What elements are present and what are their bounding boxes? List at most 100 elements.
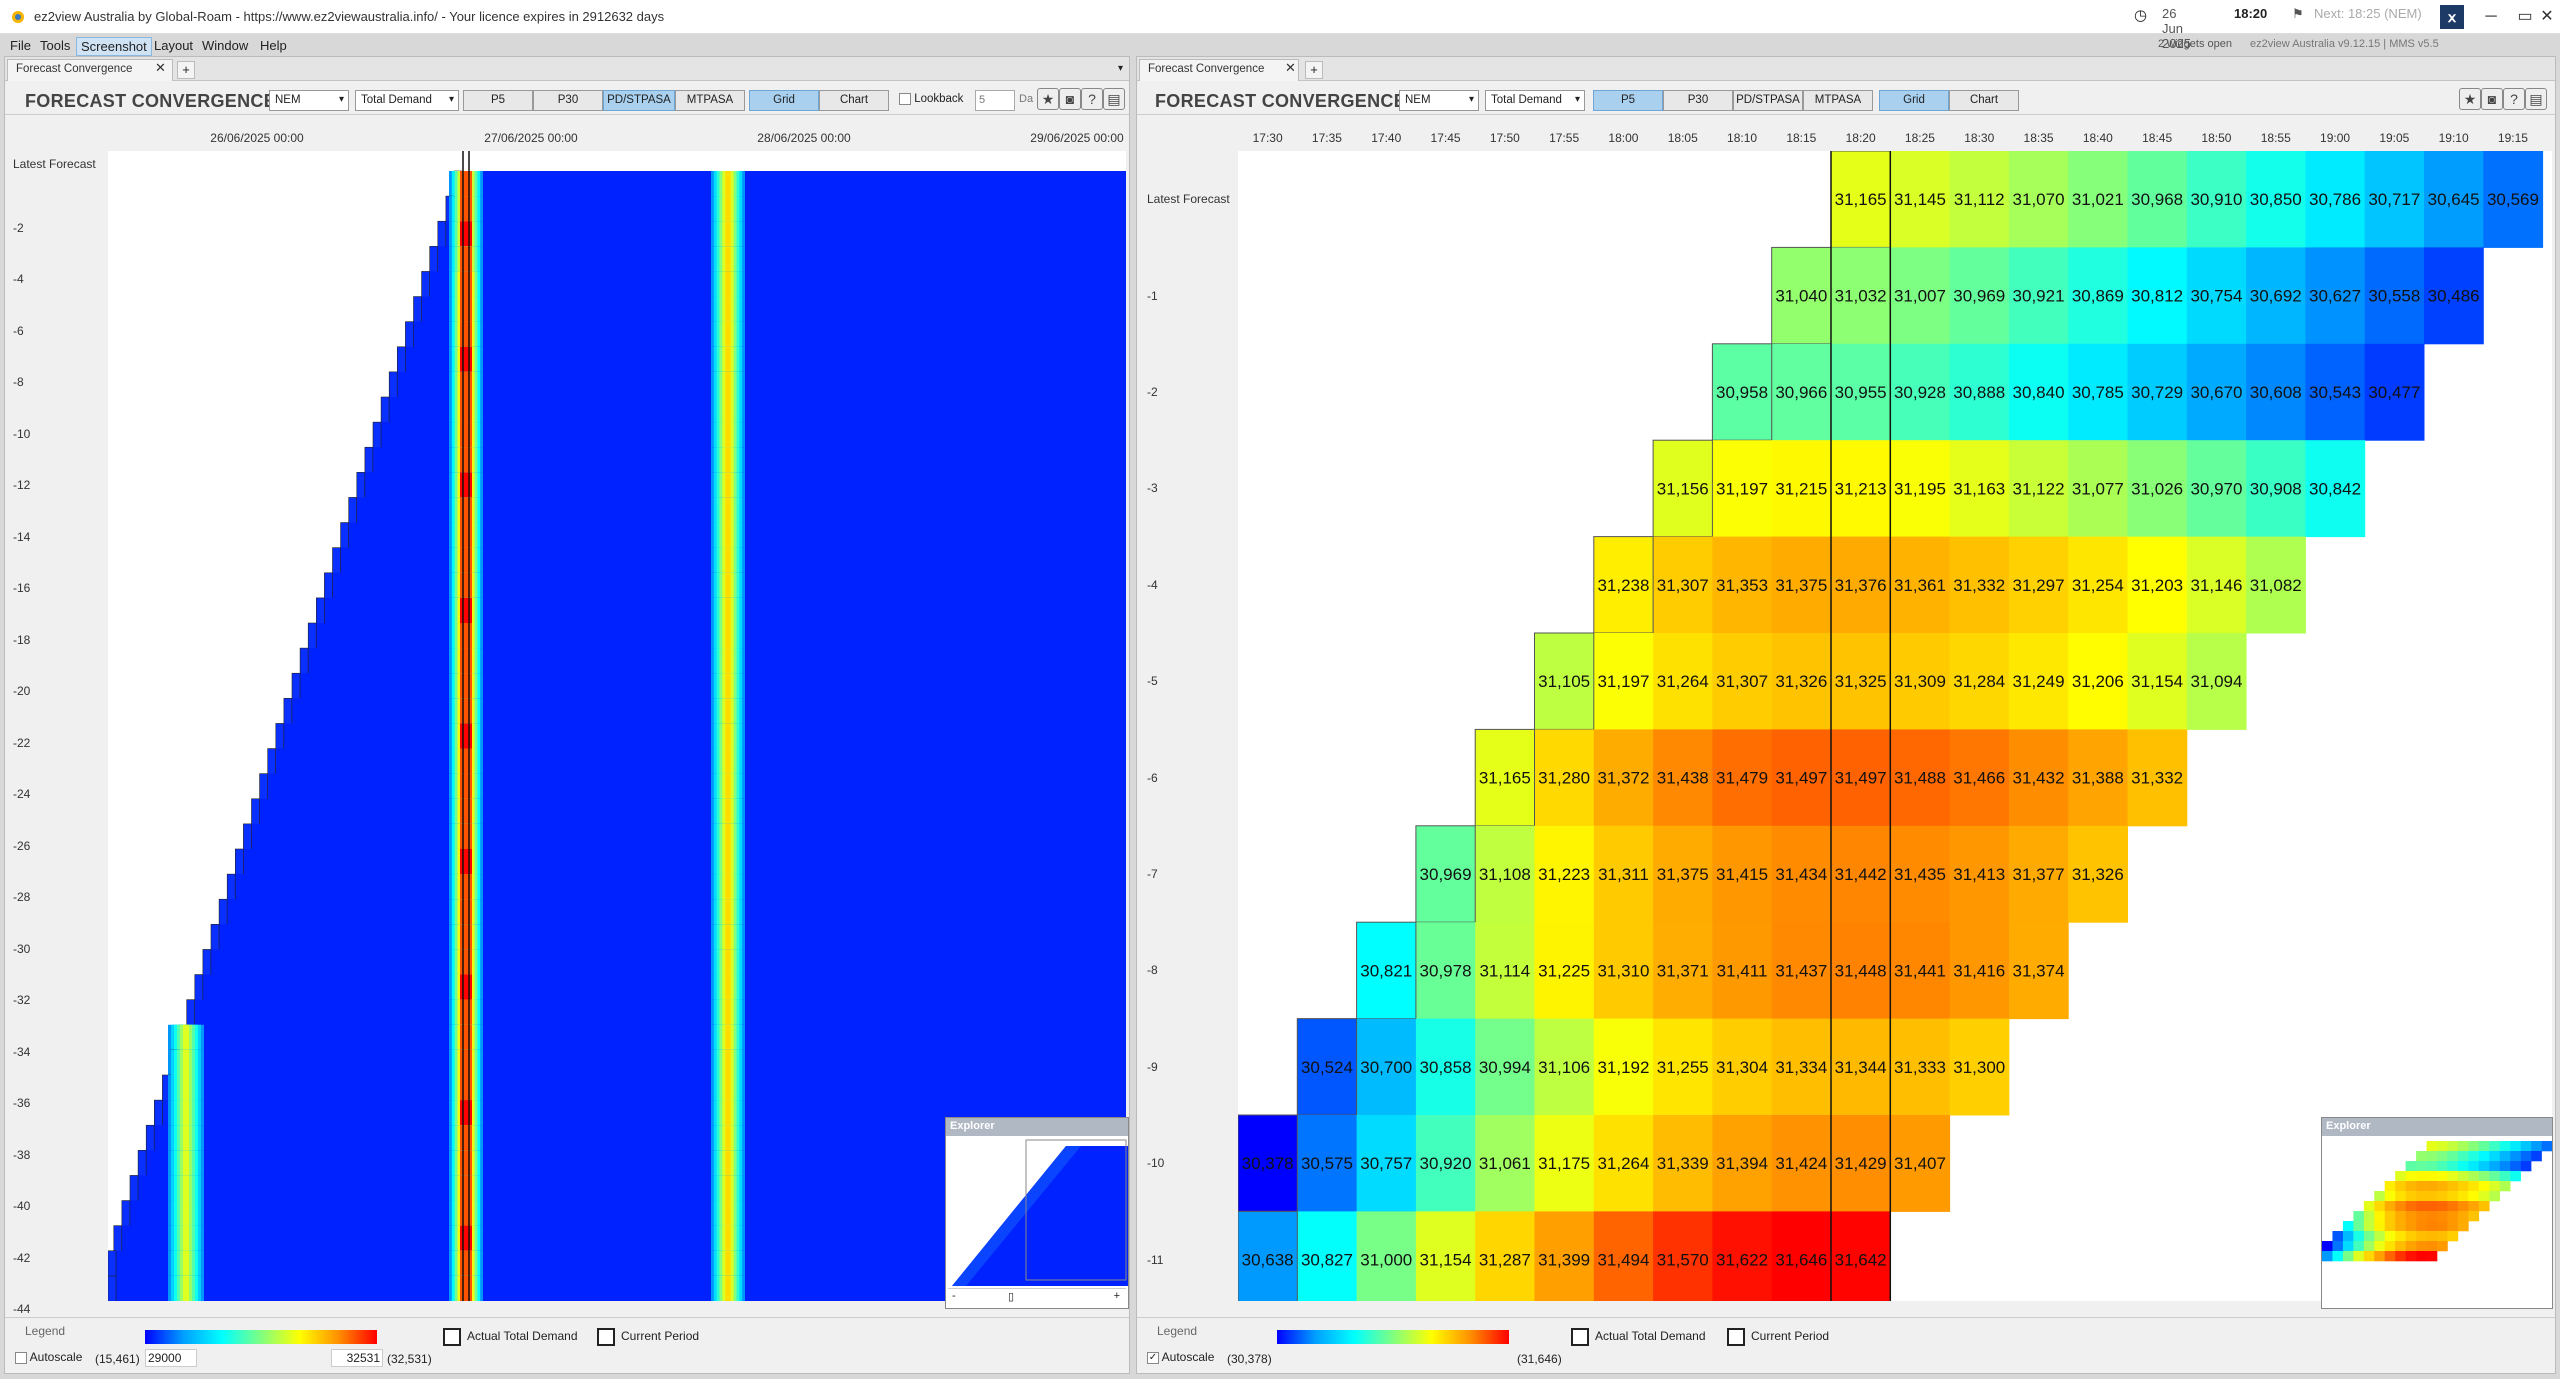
left-add-tab-icon[interactable]: +: [177, 61, 195, 79]
explorer-cell: [2395, 1241, 2406, 1252]
help-icon[interactable]: ?: [1081, 88, 1103, 110]
explorer-cell: [2416, 1241, 2427, 1252]
left-legend-actual-label: Actual Total Demand: [467, 1329, 578, 1344]
minimize-button[interactable]: ─: [2474, 4, 2508, 30]
left-type-p5[interactable]: P5: [463, 90, 533, 111]
right-type-p30[interactable]: P30: [1663, 90, 1733, 111]
explorer-cell: [2478, 1201, 2490, 1212]
star-icon[interactable]: ★: [1037, 88, 1059, 110]
right-tab[interactable]: Forecast Convergence: [1139, 59, 1299, 81]
left-explorer-slider[interactable]: - ▯ +: [948, 1288, 1126, 1306]
grid-cell-value: 31,040: [1775, 287, 1827, 306]
grid-cell: 31,646: [1771, 1211, 1832, 1301]
menu-help[interactable]: Help: [256, 37, 291, 54]
right-y-label: Latest Forecast: [1147, 192, 1230, 207]
grid-cell-value: 31,105: [1538, 672, 1590, 691]
left-max-input[interactable]: 32531: [331, 1349, 383, 1367]
left-view-grid[interactable]: Grid: [749, 90, 819, 111]
left-y-label: -8: [13, 375, 24, 389]
explorer-cell: [2447, 1181, 2459, 1192]
grid-cell: 31,122: [2008, 440, 2069, 538]
left-heatmap-row: [259, 773, 1126, 800]
next-dispatch: Next: 18:25 (NEM): [2314, 6, 2422, 21]
left-region-select[interactable]: NEM: [269, 90, 349, 111]
right-view-chart[interactable]: Chart: [1949, 90, 2019, 111]
left-autoscale-checkbox[interactable]: [15, 1351, 27, 1364]
left-heatmap-row: [324, 572, 1126, 599]
explorer-cell: [2457, 1191, 2469, 1202]
grid-cell-value: 30,921: [2013, 287, 2065, 306]
comment-icon[interactable]: ▤: [2525, 88, 2547, 110]
right-add-tab-icon[interactable]: +: [1305, 61, 1323, 79]
menu-screenshot[interactable]: Screenshot: [76, 37, 152, 56]
right-type-mtpasa[interactable]: MTPASA: [1803, 90, 1873, 111]
left-type-mtpasa[interactable]: MTPASA: [675, 90, 745, 111]
current-period-swatch[interactable]: [597, 1328, 615, 1346]
left-explorer[interactable]: Explorer - ▯ +: [945, 1117, 1129, 1309]
grid-cell: 31,249: [2008, 633, 2069, 730]
right-y-label: -5: [1147, 674, 1158, 689]
left-tab-dropdown-icon[interactable]: ▾: [1118, 63, 1123, 74]
left-heatmap-row: [332, 547, 1126, 574]
explorer-cell: [2447, 1161, 2459, 1172]
close-button[interactable]: ✕: [2530, 4, 2560, 30]
explorer-cell: [2447, 1231, 2459, 1242]
left-measure-select[interactable]: Total Demand: [355, 90, 459, 111]
left-legend-actual: Actual Total Demand: [443, 1328, 578, 1346]
current-period-swatch[interactable]: [1727, 1328, 1745, 1346]
left-heatmap-row: [348, 497, 1126, 524]
explorer-cell: [2395, 1211, 2406, 1222]
grid-cell: 31,332: [2127, 729, 2188, 827]
left-lookback-checkbox[interactable]: [899, 93, 911, 105]
grid-cell-value: 30,638: [1242, 1251, 1294, 1270]
explorer-cell: [2499, 1181, 2511, 1192]
grid-cell: 31,146: [2186, 536, 2247, 634]
left-lookback-input[interactable]: 5: [975, 90, 1015, 111]
left-heatmap-row: [396, 346, 1126, 373]
menu-tools[interactable]: Tools: [36, 37, 74, 54]
grid-cell-value: 31,326: [2072, 865, 2124, 884]
left-y-label: -40: [13, 1199, 31, 1213]
right-type-p5[interactable]: P5: [1593, 90, 1663, 111]
explorer-cell: [2541, 1141, 2553, 1152]
comment-icon[interactable]: ▤: [1103, 88, 1125, 110]
grid-cell-value: 30,645: [2428, 190, 2480, 209]
right-autoscale-checkbox[interactable]: ✓: [1147, 1351, 1159, 1364]
left-heatmap-row: [340, 522, 1126, 549]
help-icon[interactable]: ?: [2503, 88, 2525, 110]
right-region-select[interactable]: NEM: [1399, 90, 1479, 111]
actual-demand-swatch[interactable]: [443, 1328, 461, 1346]
grid-cell-value: 31,197: [1597, 672, 1649, 691]
explorer-cell: [2426, 1221, 2438, 1232]
left-min-input[interactable]: 29000: [145, 1349, 197, 1367]
left-tab-close-icon[interactable]: ✕: [155, 60, 166, 76]
explorer-cell: [2374, 1241, 2386, 1252]
left-y-label: Latest Forecast: [13, 157, 96, 171]
grid-cell-value: 31,264: [1597, 1154, 1649, 1173]
left-y-label: -22: [13, 735, 31, 750]
menu-file[interactable]: File: [6, 37, 35, 54]
left-tab[interactable]: Forecast Convergence: [7, 59, 173, 81]
camera-icon[interactable]: ◙: [1059, 88, 1081, 110]
camera-icon[interactable]: ◙: [2481, 88, 2503, 110]
left-type-p30[interactable]: P30: [533, 90, 603, 111]
grid-cell-value: 31,374: [2013, 961, 2065, 980]
actual-demand-swatch[interactable]: [1571, 1328, 1589, 1346]
grid-cell-value: 30,858: [1420, 1058, 1472, 1077]
right-tab-close-icon[interactable]: ✕: [1285, 60, 1296, 76]
star-icon[interactable]: ★: [2459, 88, 2481, 110]
left-view-chart[interactable]: Chart: [819, 90, 889, 111]
menu-window[interactable]: Window: [198, 37, 252, 54]
right-type-pdstpasa[interactable]: PD/STPASA: [1733, 90, 1803, 111]
left-y-label: -28: [13, 890, 31, 904]
left-type-pdstpasa[interactable]: PD/STPASA: [603, 90, 675, 111]
left-x-label: 28/06/2025 00:00: [757, 131, 851, 145]
left-heatmap-row: [251, 798, 1126, 825]
explorer-cell: [2426, 1231, 2438, 1242]
app-menu-icon[interactable]: ⅹ: [2440, 5, 2464, 29]
left-y-label: -42: [13, 1250, 31, 1265]
menu-layout[interactable]: Layout: [150, 37, 197, 54]
right-measure-select[interactable]: Total Demand: [1485, 90, 1585, 111]
right-view-grid[interactable]: Grid: [1879, 90, 1949, 111]
right-explorer[interactable]: Explorer: [2321, 1117, 2553, 1309]
